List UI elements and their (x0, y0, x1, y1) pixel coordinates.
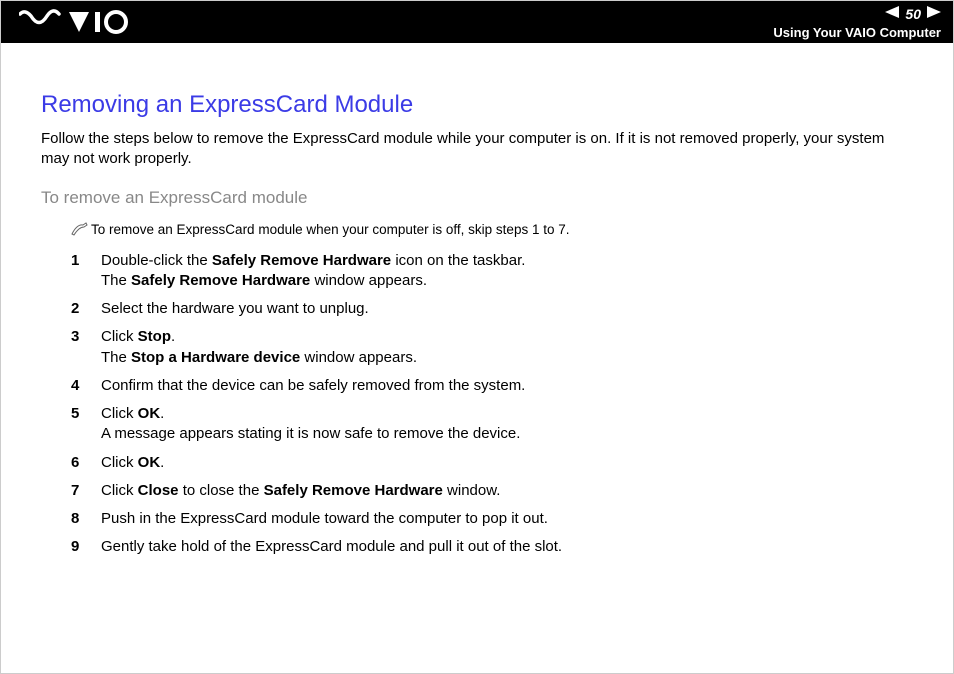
section-label: Using Your VAIO Computer (773, 25, 941, 40)
note-icon (71, 222, 91, 241)
step-body: Select the hardware you want to unplug. (101, 299, 913, 319)
bold-term: OK (138, 405, 161, 422)
next-page-arrow[interactable] (927, 5, 941, 23)
header-nav: 50 Using Your VAIO Computer (773, 5, 941, 40)
page-content: Removing an ExpressCard Module Follow th… (1, 43, 953, 558)
step-body: Click OK.A message appears stating it is… (101, 404, 913, 445)
step-row: 1Double-click the Safely Remove Hardware… (71, 251, 913, 292)
bold-term: Stop a Hardware device (131, 349, 300, 366)
step-row: 6Click OK. (71, 453, 913, 473)
step-body: Click OK. (101, 453, 913, 473)
steps-list: 1Double-click the Safely Remove Hardware… (71, 251, 913, 558)
step-body: Click Stop.The Stop a Hardware device wi… (101, 327, 913, 368)
step-row: 2Select the hardware you want to unplug. (71, 299, 913, 319)
bold-term: OK (138, 454, 161, 471)
bold-term: Stop (138, 328, 171, 345)
step-row: 8Push in the ExpressCard module toward t… (71, 509, 913, 529)
page-number: 50 (905, 6, 921, 22)
step-row: 3Click Stop.The Stop a Hardware device w… (71, 327, 913, 368)
step-number: 7 (71, 481, 101, 501)
step-number: 9 (71, 537, 101, 557)
step-number: 1 (71, 251, 101, 271)
step-row: 9Gently take hold of the ExpressCard mod… (71, 537, 913, 557)
step-number: 6 (71, 453, 101, 473)
bold-term: Safely Remove Hardware (131, 272, 310, 289)
page-title: Removing an ExpressCard Module (41, 91, 913, 119)
bold-term: Close (138, 482, 179, 499)
step-number: 4 (71, 376, 101, 396)
step-body: Gently take hold of the ExpressCard modu… (101, 537, 913, 557)
step-row: 5Click OK.A message appears stating it i… (71, 404, 913, 445)
bold-term: Safely Remove Hardware (264, 482, 443, 499)
intro-text: Follow the steps below to remove the Exp… (41, 129, 913, 170)
sub-heading: To remove an ExpressCard module (41, 188, 913, 208)
step-body: Double-click the Safely Remove Hardware … (101, 251, 913, 292)
document-page: 50 Using Your VAIO Computer Removing an … (0, 0, 954, 674)
step-number: 8 (71, 509, 101, 529)
step-row: 4Confirm that the device can be safely r… (71, 376, 913, 396)
vaio-logo (19, 9, 129, 35)
prev-page-arrow[interactable] (885, 5, 899, 23)
bold-term: Safely Remove Hardware (212, 252, 391, 269)
step-body: Confirm that the device can be safely re… (101, 376, 913, 396)
step-number: 5 (71, 404, 101, 424)
header-bar: 50 Using Your VAIO Computer (1, 1, 953, 43)
step-row: 7Click Close to close the Safely Remove … (71, 481, 913, 501)
step-body: Push in the ExpressCard module toward th… (101, 509, 913, 529)
step-body: Click Close to close the Safely Remove H… (101, 481, 913, 501)
step-number: 3 (71, 327, 101, 347)
note-row: To remove an ExpressCard module when you… (71, 222, 913, 241)
step-number: 2 (71, 299, 101, 319)
note-text: To remove an ExpressCard module when you… (91, 222, 569, 237)
